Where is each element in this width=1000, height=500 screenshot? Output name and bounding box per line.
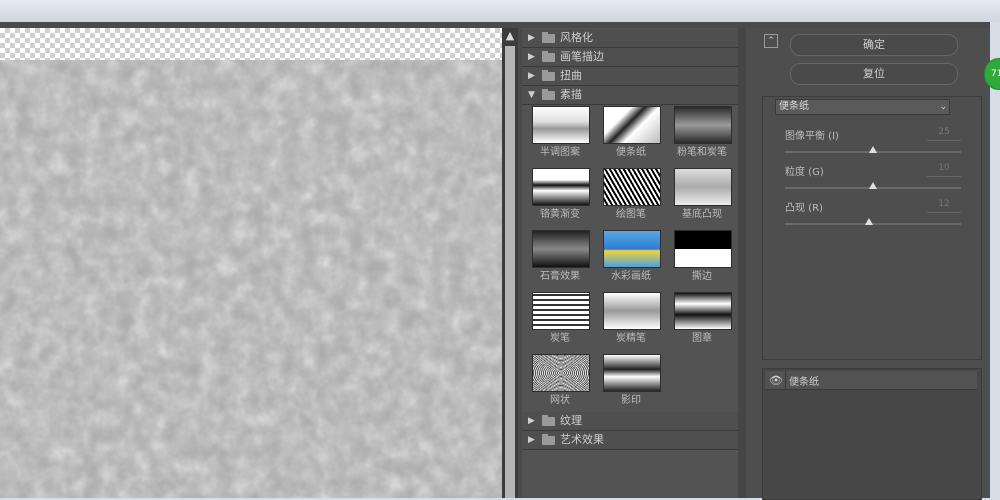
param-label: 粒度 (G)	[785, 167, 824, 178]
controls-panel: ⌃ 确定 复位 便条纸 ⌄ 图像平衡 (I) 25 粒度 (G) 10 凸现 (R) 12…	[746, 28, 990, 500]
filter-thumbnail-label: 撕边	[692, 271, 712, 282]
category-row[interactable]: ▼ 素描	[522, 86, 738, 105]
expanded-triangle-icon[interactable]: ▼	[528, 86, 535, 104]
window-top-bar	[0, 0, 1000, 22]
filter-thumbnail-label: 半调图案	[540, 147, 580, 158]
folder-icon	[542, 415, 555, 426]
filter-thumbnail-label: 铬黄渐变	[540, 209, 580, 220]
category-row[interactable]: ▶ 扭曲	[522, 67, 738, 86]
filter-thumbnail[interactable]: 炭笔	[522, 292, 594, 350]
category-label: 艺术效果	[560, 433, 604, 446]
filter-thumbnail[interactable]: 石膏效果	[522, 230, 594, 288]
filter-preview-image	[674, 230, 732, 268]
filter-preview-image	[603, 168, 661, 206]
filter-preview-image	[532, 230, 590, 268]
filter-thumbnail[interactable]: 粉笔和炭笔	[664, 106, 736, 164]
filter-preview-image	[603, 230, 661, 268]
filter-thumbnail-label: 炭精笔	[616, 333, 646, 344]
param-value-input[interactable]: 12	[927, 199, 961, 213]
category-label: 扭曲	[560, 69, 582, 82]
chevron-down-icon: ⌄	[939, 102, 947, 112]
collapsed-triangle-icon[interactable]: ▶	[528, 67, 535, 85]
filter-thumbnail-label: 影印	[621, 395, 641, 406]
reset-button[interactable]: 复位	[790, 63, 958, 85]
filter-thumbnail-label: 网状	[550, 395, 570, 406]
filter-preview-image	[674, 106, 732, 144]
filter-thumbnail-label: 水彩画纸	[611, 271, 651, 282]
preview-scrollbar[interactable]: ▲	[502, 28, 518, 498]
filter-thumbnail[interactable]: 影印	[593, 354, 665, 412]
ok-button[interactable]: 确定	[790, 34, 958, 56]
filter-preview-image	[532, 168, 590, 206]
filter-thumbnail-label: 粉笔和炭笔	[677, 147, 727, 158]
filter-thumbnail-label: 绘图笔	[616, 209, 646, 220]
eye-icon[interactable]: 👁	[769, 374, 783, 387]
category-row[interactable]: ▶ 画笔描边	[522, 48, 738, 67]
folder-icon	[542, 434, 555, 445]
folder-icon	[542, 32, 555, 43]
collapse-icon[interactable]: ⌃	[764, 34, 778, 48]
param-label: 图像平衡 (I)	[785, 131, 839, 142]
filter-thumbnail-label: 石膏效果	[540, 271, 580, 282]
folder-icon	[542, 70, 555, 81]
filter-gallery: ▶ 风格化 ▶ 画笔描边 ▶ 扭曲 ▼ 素描 半调图案 便条纸 粉笔和炭笔铬黄渐变 绘图笔 基底凸现石…	[522, 28, 738, 498]
filter-thumbnail[interactable]: 铬黄渐变	[522, 168, 594, 226]
folder-icon	[542, 51, 555, 62]
param-label: 凸现 (R)	[785, 203, 823, 214]
filter-thumbnail-label: 基底凸现	[682, 209, 722, 220]
filter-thumbnail[interactable]: 半调图案	[522, 106, 594, 164]
category-row[interactable]: ▶ 艺术效果	[522, 431, 738, 450]
slider-knob[interactable]	[865, 218, 874, 225]
category-label: 画笔描边	[560, 50, 604, 63]
effect-layers-box: 👁 便条纸	[762, 368, 982, 500]
filter-thumbnail-label: 炭笔	[550, 333, 570, 344]
effect-layer-label: 便条纸	[789, 377, 819, 388]
filter-thumbnail[interactable]: 炭精笔	[593, 292, 665, 350]
filter-thumbnail-label: 图章	[692, 333, 712, 344]
folder-icon	[542, 89, 555, 100]
filter-preview-image	[603, 354, 661, 392]
collapsed-triangle-icon[interactable]: ▶	[528, 48, 535, 66]
scrollbar-thumb[interactable]	[505, 46, 515, 498]
filter-thumbnail[interactable]: 水彩画纸	[593, 230, 665, 288]
filter-preview-image	[603, 292, 661, 330]
collapsed-triangle-icon[interactable]: ▶	[528, 29, 535, 47]
gallery-divider	[738, 28, 746, 498]
embossed-preview-image	[0, 60, 502, 498]
scroll-up-icon[interactable]: ▲	[504, 30, 516, 42]
slider-knob[interactable]	[869, 146, 877, 153]
layer-separator	[785, 371, 786, 389]
slider-knob[interactable]	[869, 182, 877, 189]
filter-thumbnail[interactable]: 便条纸	[593, 106, 665, 164]
category-label: 风格化	[560, 31, 593, 44]
filter-preview-image	[603, 106, 661, 144]
category-label: 素描	[560, 88, 582, 101]
preview-canvas[interactable]	[0, 28, 502, 498]
filter-preview-image	[674, 292, 732, 330]
category-label: 纹理	[560, 414, 582, 427]
category-row[interactable]: ▶ 风格化	[522, 29, 738, 48]
filter-thumbnail[interactable]: 撕边	[664, 230, 736, 288]
filter-select[interactable]: 便条纸 ⌄	[775, 99, 950, 115]
filter-thumbnail[interactable]: 图章	[664, 292, 736, 350]
effect-layer-row[interactable]: 👁 便条纸	[765, 371, 977, 390]
filter-preview-image	[532, 354, 590, 392]
filter-preview-image	[532, 106, 590, 144]
param-value-input[interactable]: 25	[927, 127, 961, 141]
transparency-checkerboard	[0, 28, 502, 60]
filter-preview-image	[674, 168, 732, 206]
filter-select-value: 便条纸	[779, 101, 809, 112]
filter-settings-box: 便条纸 ⌄ 图像平衡 (I) 25 粒度 (G) 10 凸现 (R) 12	[762, 96, 982, 360]
filter-thumbnail-label: 便条纸	[616, 147, 646, 158]
collapsed-triangle-icon[interactable]: ▶	[528, 431, 535, 449]
filter-thumbnail[interactable]: 绘图笔	[593, 168, 665, 226]
category-row[interactable]: ▶ 纹理	[522, 412, 738, 431]
filter-thumbnail[interactable]: 基底凸现	[664, 168, 736, 226]
param-value-input[interactable]: 10	[927, 163, 961, 177]
filter-thumbnail[interactable]: 网状	[522, 354, 594, 412]
filter-preview-image	[532, 292, 590, 330]
collapsed-triangle-icon[interactable]: ▶	[528, 412, 535, 430]
